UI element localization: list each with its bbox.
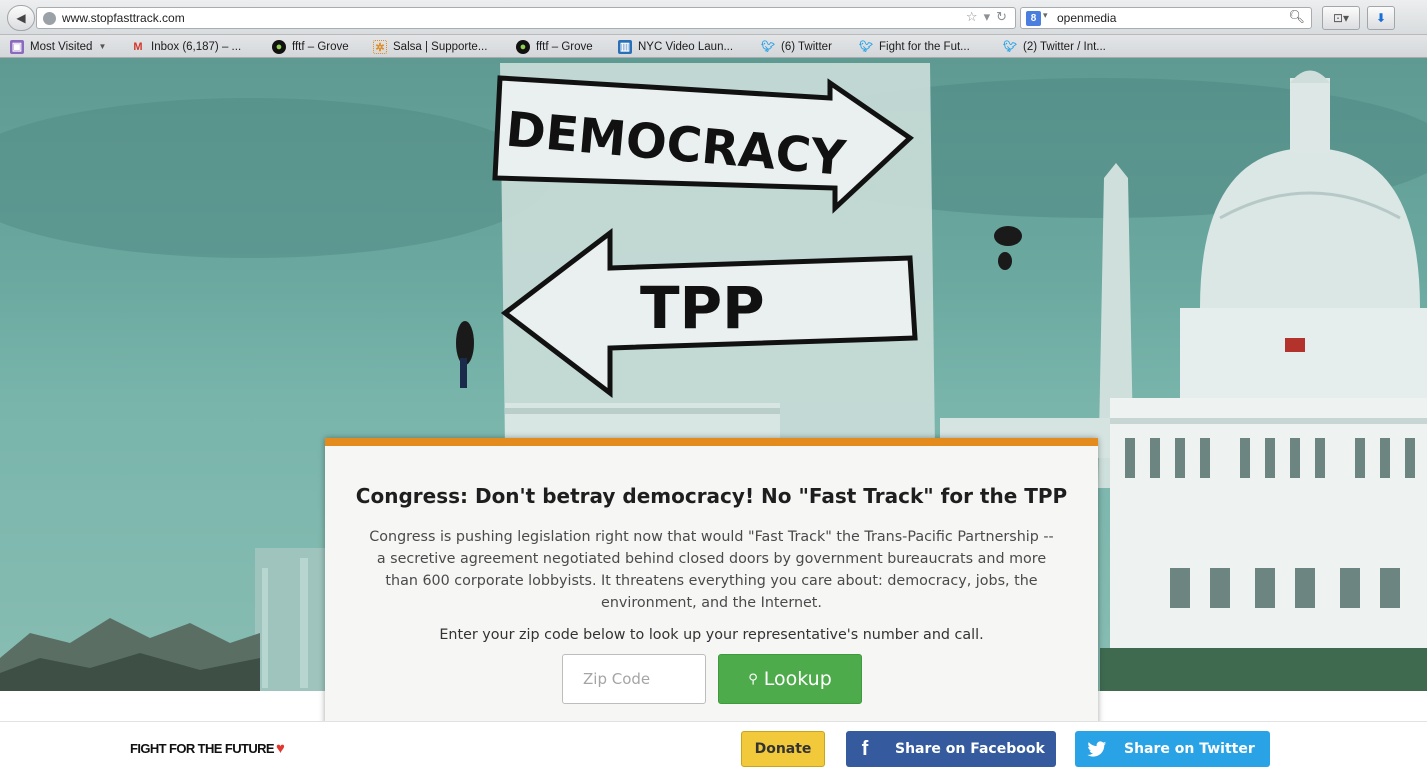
bookmarks-menu-button[interactable]: ⊡▾ — [1322, 6, 1360, 30]
search-engine-icon[interactable]: 8 — [1026, 11, 1041, 26]
search-icon[interactable]: 🔍︎ — [1288, 10, 1305, 25]
lookup-label: Lookup — [763, 668, 832, 690]
bookmark-star-icon: ⊡▾ — [1332, 11, 1350, 25]
card-title: Congress: Don't betray democracy! No "Fa… — [355, 484, 1068, 508]
browser-toolbar: ◀ www.stopfasttrack.com ☆ ▾ ↻ 8 ▾ openme… — [0, 0, 1427, 35]
twitter-icon: 🐦︎ — [1003, 40, 1017, 53]
bookmark-twitter-2[interactable]: 🐦︎ Fight for the Fut... — [859, 38, 970, 55]
back-button[interactable]: ◀ — [7, 5, 35, 31]
bookmark-grove-2[interactable]: ● fftf – Grove — [516, 38, 593, 55]
facebook-label: Share on Facebook — [895, 741, 1045, 757]
chevron-down-icon: ▼ — [98, 42, 107, 51]
donate-label: Donate — [754, 741, 812, 757]
facebook-icon: f — [861, 737, 869, 760]
downloads-button[interactable]: ⬇ — [1367, 6, 1395, 30]
bookmark-gmail[interactable]: M Inbox (6,187) – ... — [131, 38, 241, 55]
banner-tpp-text: TPP — [640, 274, 765, 342]
grove-icon: ● — [516, 39, 530, 54]
footer-bar: FIGHT FOR THE FUTURE ♥ Donate f Share on… — [0, 721, 1427, 773]
donate-button[interactable]: Donate — [741, 731, 825, 767]
twitter-label: Share on Twitter — [1124, 741, 1255, 757]
globe-icon — [43, 12, 56, 25]
card-description: Congress is pushing legislation right no… — [369, 529, 1054, 611]
salsa-icon: ✲ — [373, 39, 387, 54]
bookmark-twitter-3[interactable]: 🐦︎ (2) Twitter / Int... — [1003, 38, 1106, 55]
twitter-bird-icon — [1075, 740, 1119, 758]
bookmark-grove-1[interactable]: ● fftf – Grove — [272, 38, 349, 55]
address-bar[interactable]: www.stopfasttrack.com ☆ ▾ ↻ — [36, 7, 1016, 29]
cta-card: Congress: Don't betray democracy! No "Fa… — [325, 438, 1098, 728]
bookmark-salsa[interactable]: ✲ Salsa | Supporte... — [373, 38, 487, 55]
search-icon: ⚲ — [748, 671, 758, 687]
download-arrow-icon: ⬇ — [1375, 11, 1387, 25]
dropdown-icon[interactable]: ▾ — [984, 10, 991, 25]
lookup-button[interactable]: ⚲ Lookup — [718, 654, 862, 704]
engine-dropdown-icon[interactable]: ▾ — [1043, 11, 1048, 21]
folder-icon: ▣ — [10, 39, 24, 54]
twitter-icon: 🐦︎ — [761, 40, 775, 53]
fight-for-the-future-logo[interactable]: FIGHT FOR THE FUTURE ♥ — [130, 740, 285, 757]
bookmark-most-visited[interactable]: ▣ Most Visited ▼ — [10, 38, 106, 55]
search-bar[interactable]: 8 ▾ openmedia 🔍︎ — [1020, 7, 1312, 29]
back-arrow-icon: ◀ — [16, 11, 26, 25]
bookmarks-bar: ▣ Most Visited ▼ M Inbox (6,187) – ... ●… — [0, 35, 1427, 58]
share-facebook-button[interactable]: f Share on Facebook — [846, 731, 1056, 767]
zip-code-input[interactable] — [562, 654, 706, 704]
zip-prompt: Enter your zip code below to look up you… — [439, 627, 984, 643]
bookmark-twitter-1[interactable]: 🐦︎ (6) Twitter — [761, 38, 832, 55]
grove-icon: ● — [272, 39, 286, 54]
reload-icon[interactable]: ↻ — [996, 10, 1007, 25]
star-icon[interactable]: ☆ — [966, 10, 978, 25]
heart-icon: ♥ — [276, 740, 285, 757]
brand-text: FIGHT FOR THE FUTURE — [130, 741, 275, 756]
share-twitter-button[interactable]: Share on Twitter — [1075, 731, 1270, 767]
url-text: www.stopfasttrack.com — [62, 11, 185, 25]
search-query: openmedia — [1057, 11, 1117, 25]
trello-icon: ▥ — [618, 39, 632, 54]
twitter-icon: 🐦︎ — [859, 40, 873, 53]
gmail-icon: M — [133, 40, 143, 53]
bookmark-trello[interactable]: ▥ NYC Video Laun... — [618, 38, 733, 55]
